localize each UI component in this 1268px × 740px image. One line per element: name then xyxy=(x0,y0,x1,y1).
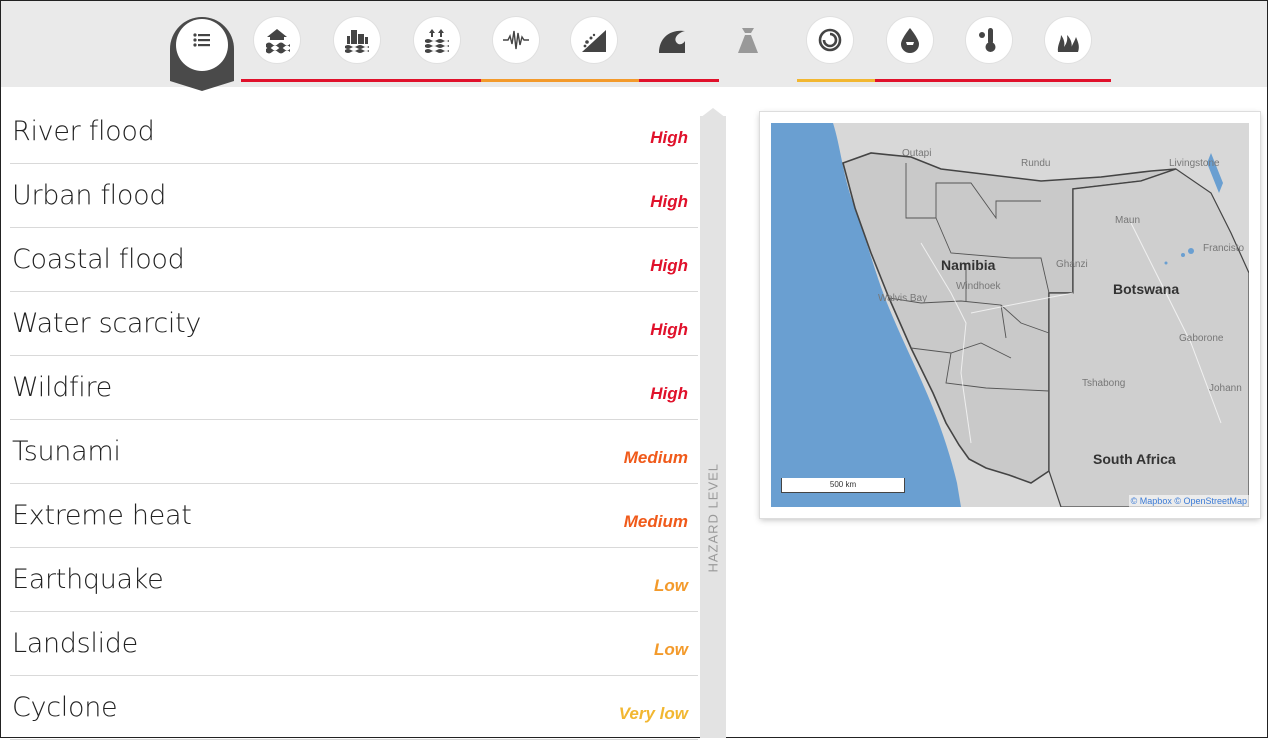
urban-flood-icon[interactable] xyxy=(334,17,380,63)
tsunami-icon[interactable] xyxy=(649,17,695,63)
scale-arrow xyxy=(700,108,726,118)
coastal-flood-icon[interactable] xyxy=(414,17,460,63)
underline-low xyxy=(481,79,639,82)
hazard-name: Wildfire xyxy=(12,372,112,403)
river-flood-icon[interactable] xyxy=(254,17,300,63)
underline-high xyxy=(241,79,481,82)
landslide-icon[interactable] xyxy=(571,17,617,63)
scale-label: HAZARD LEVEL xyxy=(705,462,721,573)
map-place: Outapi xyxy=(902,148,932,159)
map-country: South Africa xyxy=(1093,451,1176,467)
hazard-row[interactable]: Tsunami Medium xyxy=(10,420,698,484)
hazard-level: Very low xyxy=(618,704,688,723)
hazard-name: Cyclone xyxy=(12,692,118,723)
hazard-nav xyxy=(1,1,1267,91)
map[interactable]: Outapi Rundu Livingstone Maun Francisto … xyxy=(771,123,1249,507)
hazard-level: High xyxy=(650,384,688,403)
map-place: Tshabong xyxy=(1082,378,1126,389)
hazard-list: River flood High Urban flood High Coastal … xyxy=(10,100,698,740)
hazard-level: High xyxy=(650,256,688,275)
hazard-level: Medium xyxy=(623,448,688,467)
map-country: Botswana xyxy=(1113,281,1180,297)
map-place: Maun xyxy=(1115,215,1141,226)
hazard-row[interactable]: Urban flood High xyxy=(10,164,698,228)
map-country: Namibia xyxy=(941,257,996,273)
underline-very-low xyxy=(797,79,875,82)
hazard-name: Earthquake xyxy=(12,564,164,595)
volcano-icon[interactable] xyxy=(725,17,771,63)
hazard-level: Low xyxy=(654,640,688,659)
hazard-row[interactable]: Extreme heat Medium xyxy=(10,484,698,548)
hazard-name: Coastal flood xyxy=(12,244,185,275)
underline-medium xyxy=(639,79,719,82)
map-graphic xyxy=(771,123,1249,507)
hazard-level: Medium xyxy=(623,512,688,531)
hazard-row[interactable]: Earthquake Low xyxy=(10,548,698,612)
hazard-row[interactable]: Landslide Low xyxy=(10,612,698,676)
map-place: Windhoek xyxy=(956,281,1001,292)
map-attribution[interactable]: © Mapbox © OpenStreetMap xyxy=(1128,495,1249,507)
hazard-row[interactable]: Wildfire High xyxy=(10,356,698,420)
cyclone-icon[interactable] xyxy=(807,17,853,63)
list-icon[interactable] xyxy=(179,17,225,63)
map-place: Walvis Bay xyxy=(878,293,928,304)
map-place: Ghanzi xyxy=(1056,259,1088,270)
map-place: Francisto xyxy=(1203,243,1245,254)
hazard-level: High xyxy=(650,320,688,339)
hazard-level-scale: HAZARD LEVEL xyxy=(700,108,726,738)
hazard-row[interactable]: Cyclone Very low xyxy=(10,676,698,740)
water-scarcity-icon[interactable] xyxy=(887,17,933,63)
hazard-row[interactable]: Water scarcity High xyxy=(10,292,698,356)
extreme-heat-icon[interactable] xyxy=(966,17,1012,63)
map-place: Johann xyxy=(1209,383,1242,394)
hazard-level: Low xyxy=(654,576,688,595)
hazard-name: Tsunami xyxy=(12,436,121,467)
hazard-row[interactable]: River flood High xyxy=(10,100,698,164)
map-scale-bar: 500 km xyxy=(781,478,905,493)
hazard-name: River flood xyxy=(12,116,155,147)
hazard-row[interactable]: Coastal flood High xyxy=(10,228,698,292)
hazard-name: Urban flood xyxy=(12,180,167,211)
wildfire-icon[interactable] xyxy=(1045,17,1091,63)
map-place: Livingstone xyxy=(1169,158,1220,169)
hazard-name: Landslide xyxy=(12,628,138,659)
hazard-name: Extreme heat xyxy=(12,500,192,531)
hazard-level: High xyxy=(650,192,688,211)
map-card: Outapi Rundu Livingstone Maun Francisto … xyxy=(760,112,1260,518)
underline-high-right xyxy=(875,79,1111,82)
map-place: Gaborone xyxy=(1179,333,1224,344)
earthquake-icon[interactable] xyxy=(493,17,539,63)
map-place: Rundu xyxy=(1021,158,1051,169)
hazard-level: High xyxy=(650,128,688,147)
hazard-name: Water scarcity xyxy=(12,308,202,339)
